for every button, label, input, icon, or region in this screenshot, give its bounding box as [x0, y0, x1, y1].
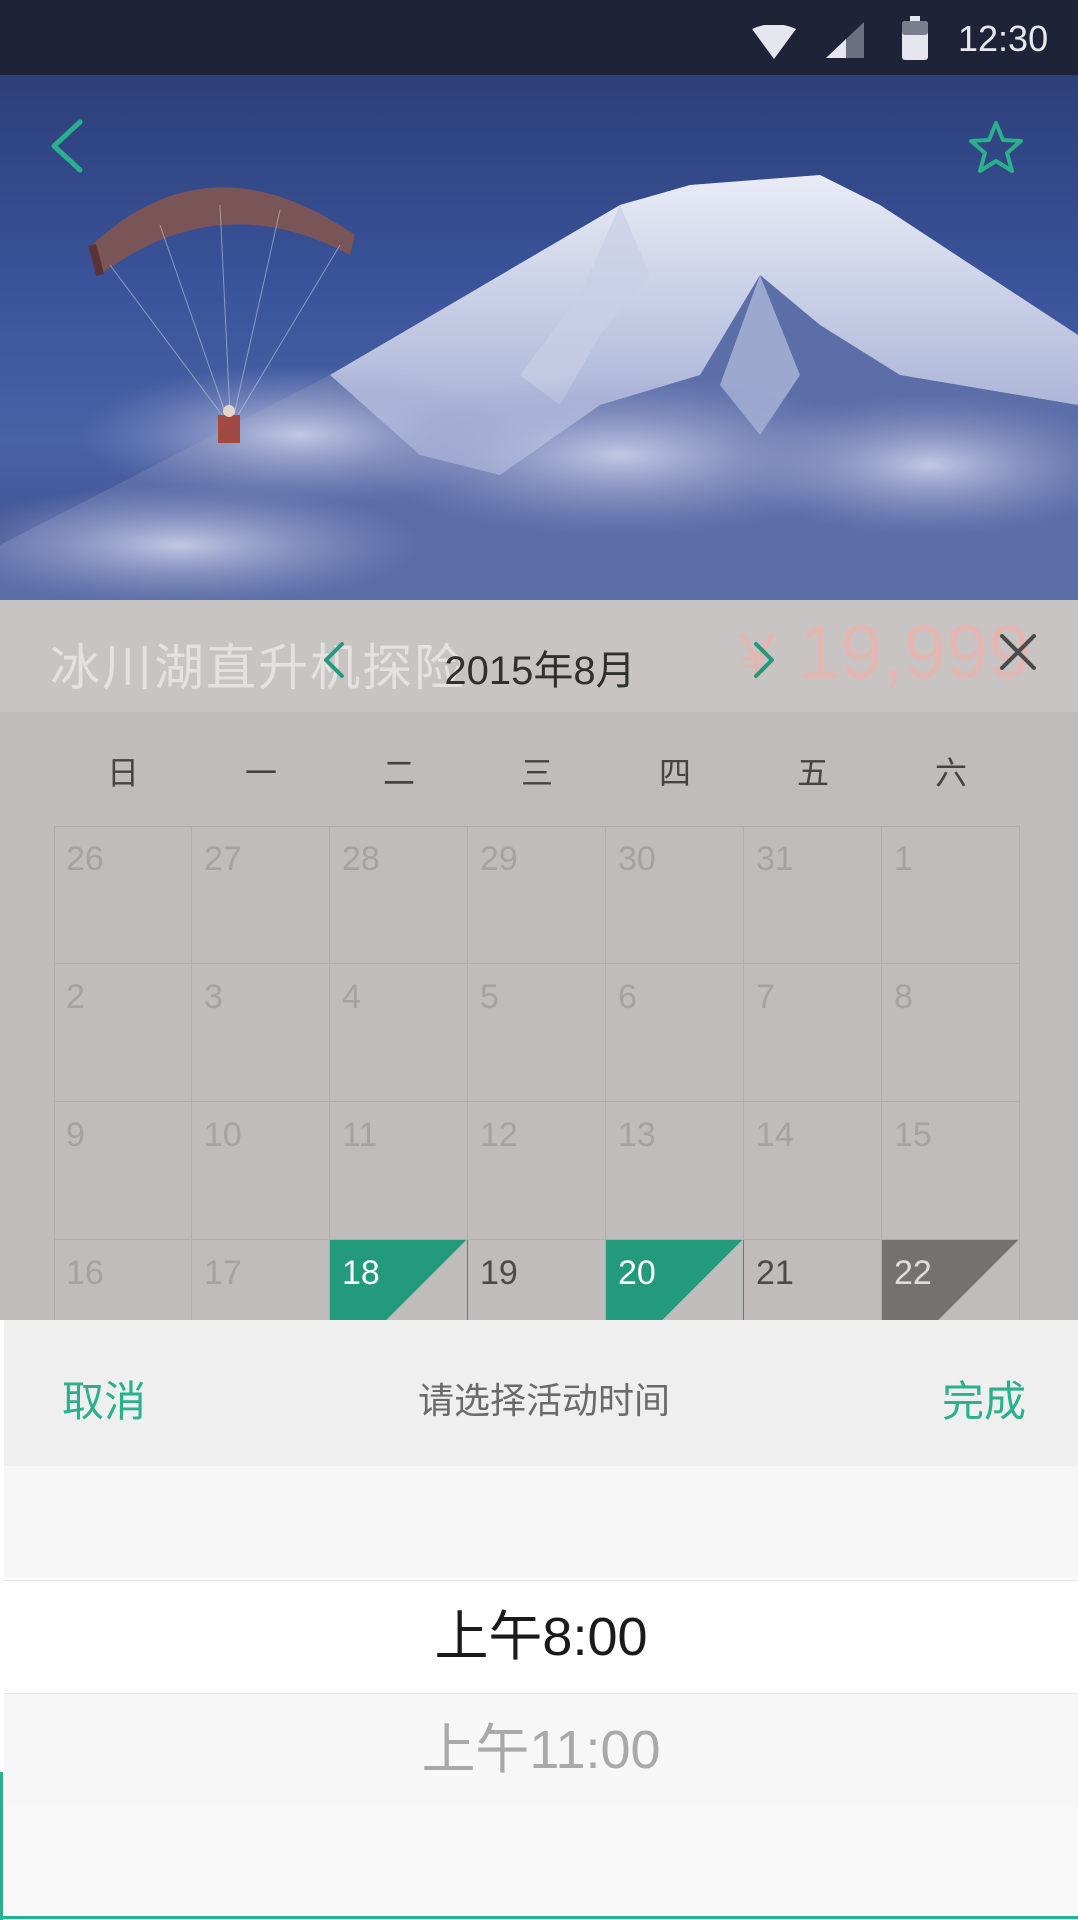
- calendar-day-selected[interactable]: 18: [330, 1240, 468, 1320]
- close-icon[interactable]: [998, 632, 1038, 672]
- next-month-icon[interactable]: [752, 640, 776, 680]
- calendar-day-number: 15: [894, 1116, 932, 1154]
- hero-image: [0, 75, 1078, 600]
- done-button[interactable]: 完成: [942, 1368, 1026, 1429]
- calendar-day-number: 8: [894, 978, 913, 1016]
- calendar-month-header: 2015年8月: [0, 600, 1078, 712]
- status-bar: 12:30: [0, 0, 1078, 75]
- battery-icon: [902, 16, 928, 60]
- calendar-day-disabled: 31: [744, 826, 882, 964]
- calendar-day-disabled: 8: [882, 964, 1020, 1102]
- picker-option-selected[interactable]: 上午8:00: [4, 1580, 1078, 1694]
- calendar-day-disabled: 4: [330, 964, 468, 1102]
- cancel-button[interactable]: 取消: [62, 1368, 146, 1429]
- back-icon[interactable]: [48, 118, 84, 174]
- calendar-day-disabled: 12: [468, 1102, 606, 1240]
- calendar-day-available[interactable]: 21: [744, 1240, 882, 1320]
- calendar-day-number: 31: [756, 840, 794, 878]
- time-picker-sheet: 取消 请选择活动时间 完成 上午8:00 上午11:00: [4, 1320, 1078, 1920]
- calendar-day-number: 9: [66, 1116, 85, 1154]
- weekday-label: 五: [796, 755, 829, 791]
- calendar-day-number: 26: [66, 840, 104, 878]
- calendar-day-number: 18: [342, 1254, 380, 1292]
- calendar-day-disabled: 29: [468, 826, 606, 964]
- calendar-day-disabled: 30: [606, 826, 744, 964]
- focus-outline: [0, 1916, 1078, 1919]
- calendar-day-number: 21: [756, 1254, 794, 1292]
- calendar-day-number: 30: [618, 840, 656, 878]
- calendar-day-disabled: 28: [330, 826, 468, 964]
- calendar-day-disabled: 10: [192, 1102, 330, 1240]
- calendar-day-number: 12: [480, 1116, 518, 1154]
- calendar-day-selected[interactable]: 20: [606, 1240, 744, 1320]
- calendar-day-disabled: 11: [330, 1102, 468, 1240]
- calendar-day-full[interactable]: 22: [882, 1240, 1020, 1320]
- weekday-label: 六: [934, 755, 967, 791]
- wifi-icon: [752, 25, 796, 59]
- month-label: 2015年8月: [444, 649, 636, 693]
- calendar-day-number: 7: [756, 978, 775, 1016]
- calendar-day-number: 27: [204, 840, 242, 878]
- weekday-label: 四: [658, 755, 691, 791]
- picker-toolbar: 取消 请选择活动时间 完成: [4, 1320, 1078, 1466]
- calendar-day-disabled: 3: [192, 964, 330, 1102]
- calendar-day-disabled: 7: [744, 964, 882, 1102]
- picker-title: 请选择活动时间: [417, 1380, 670, 1421]
- calendar-day-number: 13: [618, 1116, 656, 1154]
- calendar-day-disabled: 2: [54, 964, 192, 1102]
- calendar-day-disabled: 9: [54, 1102, 192, 1240]
- calendar-day-disabled: 27: [192, 826, 330, 964]
- weekday-label: 日: [106, 755, 139, 791]
- time-picker-wheel[interactable]: 上午8:00 上午11:00: [4, 1466, 1078, 1920]
- picker-option[interactable]: 上午11:00: [4, 1694, 1078, 1806]
- calendar-day-number: 19: [480, 1254, 518, 1292]
- prev-month-icon[interactable]: [322, 640, 346, 680]
- calendar-day-number: 5: [480, 978, 499, 1016]
- calendar-day-disabled: 1: [882, 826, 1020, 964]
- calendar-grid: 26 27 28 29 30 31 1 2 3 4 5 6 7 8 9 10 11 12 13 14 15 16 17 18 1…: [54, 826, 1020, 1320]
- cell-signal-icon: [826, 22, 864, 58]
- picker-empty-row: [4, 1466, 1078, 1578]
- picker-empty-row: [4, 1806, 1078, 1920]
- calendar-day-disabled: 13: [606, 1102, 744, 1240]
- favorite-star-icon[interactable]: [968, 120, 1024, 174]
- calendar-day-disabled: 6: [606, 964, 744, 1102]
- calendar-day-number: 29: [480, 840, 518, 878]
- weekday-label: 三: [520, 755, 553, 791]
- calendar-day-disabled: 14: [744, 1102, 882, 1240]
- calendar-day-available[interactable]: 19: [468, 1240, 606, 1320]
- calendar-day-number: 17: [204, 1254, 242, 1292]
- calendar-day-disabled: 17: [192, 1240, 330, 1320]
- calendar-day-number: 16: [66, 1254, 104, 1292]
- status-time: 12:30: [958, 18, 1049, 59]
- weekday-header: 日 一 二 三 四 五 六: [54, 736, 1020, 796]
- calendar-day-number: 28: [342, 840, 380, 878]
- calendar-day-disabled: 16: [54, 1240, 192, 1320]
- calendar-day-disabled: 5: [468, 964, 606, 1102]
- calendar: 日 一 二 三 四 五 六 26 27 28 29 30 31 1 2 3 4 5 6 7 8 9 10 11 1…: [0, 712, 1078, 1320]
- calendar-day-disabled: 15: [882, 1102, 1020, 1240]
- calendar-day-number: 4: [342, 978, 361, 1016]
- weekday-label: 一: [244, 755, 277, 791]
- calendar-day-number: 14: [756, 1116, 794, 1154]
- calendar-day-disabled: 26: [54, 826, 192, 964]
- calendar-day-number: 22: [894, 1254, 932, 1292]
- mountain-paraglider-image: [0, 175, 1078, 600]
- calendar-day-number: 20: [618, 1254, 656, 1292]
- calendar-day-number: 11: [342, 1116, 378, 1154]
- calendar-day-number: 3: [204, 978, 223, 1016]
- calendar-day-number: 1: [894, 840, 913, 878]
- calendar-day-number: 2: [66, 978, 85, 1016]
- weekday-label: 二: [382, 755, 415, 791]
- calendar-day-number: 6: [618, 978, 637, 1016]
- calendar-day-number: 10: [204, 1116, 242, 1154]
- focus-outline: [0, 1772, 3, 1920]
